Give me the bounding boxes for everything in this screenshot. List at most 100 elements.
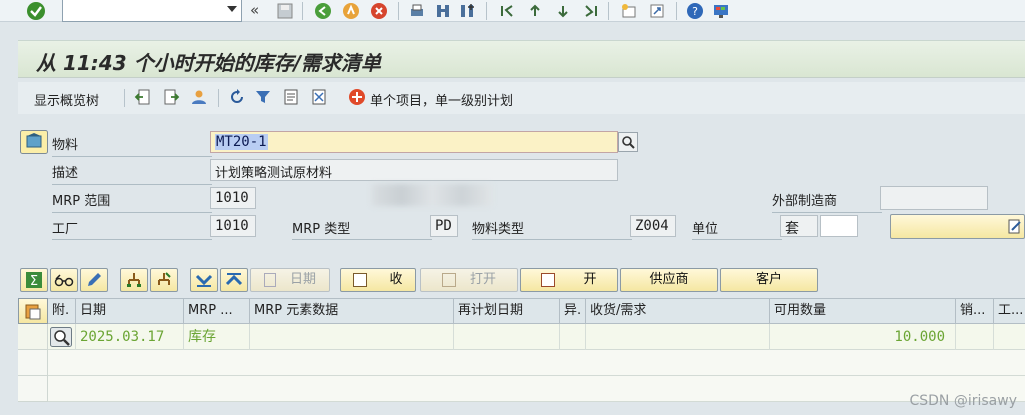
print-list-icon[interactable] <box>310 88 328 106</box>
mrp-type-label: MRP 类型 <box>292 222 351 237</box>
on-button-label: 开 <box>583 272 597 287</box>
unit-label: 单位 <box>692 222 719 237</box>
details-icon[interactable] <box>282 88 300 106</box>
stock-requirements-table: 附. 日期 MRP ... MRP 元素数据 再计划日期 异. 收货/需求 可用… <box>18 298 1025 415</box>
hierarchy-down-icon <box>158 272 171 285</box>
single-item-planning-icon[interactable] <box>348 88 366 106</box>
table-row[interactable] <box>48 376 1025 402</box>
material-type-field: Z004 <box>630 215 676 237</box>
sort-ascending-icon <box>225 273 243 286</box>
cancel-icon[interactable] <box>370 2 388 20</box>
svg-text:Σ: Σ <box>30 274 38 289</box>
mrp-type-field: PD <box>430 215 458 237</box>
collapse-all-button[interactable] <box>150 268 178 292</box>
on-button[interactable]: 开 <box>520 268 618 292</box>
row-selector[interactable] <box>18 350 48 376</box>
pencil-icon <box>88 273 101 286</box>
edit-icon <box>1008 219 1021 234</box>
chevron-down-icon[interactable] <box>227 6 237 12</box>
sum-icon: Σ <box>26 272 42 289</box>
find-next-icon[interactable] <box>458 2 476 20</box>
calendar-icon <box>353 272 368 287</box>
mrp-element-data-cell <box>250 324 454 350</box>
enter-check-icon[interactable] <box>26 1 46 21</box>
back-icon[interactable] <box>314 2 332 20</box>
date-cell: 2025.03.17 <box>76 324 184 350</box>
single-item-planning-button[interactable]: 单个项目，单一级别计划 <box>370 90 513 109</box>
shortcut-icon[interactable] <box>648 2 666 20</box>
open-button[interactable]: 打开 <box>420 268 518 292</box>
available-qty-cell: 10.000 <box>770 324 956 350</box>
select-all-button[interactable] <box>18 298 48 324</box>
date-icon <box>263 272 276 287</box>
last-page-icon[interactable] <box>582 2 600 20</box>
first-page-icon[interactable] <box>498 2 516 20</box>
material-label: 物料 <box>52 138 79 153</box>
reschedule-date-cell <box>454 324 560 350</box>
plant-label: 工厂 <box>52 222 79 237</box>
exception-cell <box>560 324 586 350</box>
exit-icon[interactable] <box>342 2 360 20</box>
sort-down-button[interactable] <box>190 268 218 292</box>
table-row[interactable] <box>48 350 1025 376</box>
unit-field: 套 <box>780 215 818 237</box>
column-header[interactable]: 日期 <box>76 299 184 325</box>
save-icon[interactable] <box>276 2 294 20</box>
row-selector[interactable] <box>18 324 48 350</box>
column-header[interactable]: 附. <box>48 299 76 325</box>
previous-material-icon[interactable] <box>134 88 152 106</box>
previous-page-icon[interactable] <box>526 2 544 20</box>
column-header[interactable]: 异. <box>560 299 586 325</box>
customize-layout-icon[interactable] <box>712 2 730 20</box>
clipboard-icon <box>25 304 41 320</box>
date-button[interactable]: 日期 <box>250 268 330 292</box>
external-manufacturer-field <box>880 186 988 210</box>
row-selector[interactable] <box>18 376 48 402</box>
application-toolbar: 显示概览树 单个项目，单一级别计划 <box>18 82 1025 114</box>
column-header[interactable]: 工... <box>994 299 1025 325</box>
description-label: 描述 <box>52 166 79 181</box>
display-overview-tree-button[interactable]: 显示概览树 <box>34 90 99 109</box>
receipts-button[interactable]: 收 <box>340 268 416 292</box>
column-header[interactable]: MRP ... <box>184 299 250 325</box>
material-input[interactable]: MT20-1 <box>210 131 618 153</box>
sort-up-button[interactable] <box>220 268 248 292</box>
next-material-icon[interactable] <box>162 88 180 106</box>
column-header[interactable]: 可用数量 <box>770 299 956 325</box>
glasses-button[interactable] <box>50 268 78 292</box>
command-field[interactable] <box>62 0 242 22</box>
filter-icon[interactable] <box>254 88 272 106</box>
receipts-button-label: 收 <box>389 272 403 287</box>
mrp-element-cell: 库存 <box>184 324 250 350</box>
customer-button[interactable]: 客户 <box>720 268 818 292</box>
new-session-icon[interactable] <box>620 2 638 20</box>
column-header[interactable]: 销... <box>956 299 994 325</box>
redacted-area <box>372 184 492 206</box>
next-page-icon[interactable] <box>554 2 572 20</box>
refresh-icon[interactable] <box>228 88 246 106</box>
column-header[interactable]: MRP 元素数据 <box>250 299 454 325</box>
find-icon[interactable] <box>434 2 452 20</box>
row-detail-cell[interactable] <box>48 324 76 350</box>
print-icon[interactable] <box>408 2 426 20</box>
header-action-button[interactable] <box>890 214 1025 239</box>
receipt-requirement-cell <box>586 324 770 350</box>
magnifier-detail-icon[interactable] <box>50 327 72 347</box>
expand-all-button[interactable] <box>120 268 148 292</box>
column-header[interactable]: 再计划日期 <box>454 299 560 325</box>
sum-button[interactable]: Σ <box>20 268 48 292</box>
watermark: CSDN @irisawy <box>909 393 1017 409</box>
collapse-arrow-icon[interactable]: « <box>250 1 259 19</box>
column-header[interactable]: 收货/需求 <box>586 299 770 325</box>
pencil-button[interactable] <box>80 268 108 292</box>
table-row[interactable]: 2025.03.17 库存 10.000 <box>48 324 1025 350</box>
description-field: 计划策略测试原材料 <box>210 159 618 181</box>
header-toggle-icon[interactable] <box>20 130 48 154</box>
plant-cell <box>994 324 1025 350</box>
search-help-icon[interactable] <box>618 132 638 152</box>
vendor-button[interactable]: 供应商 <box>620 268 718 292</box>
help-icon[interactable]: ? <box>686 2 704 20</box>
page-title: 从 11:43 个小时开始的库存/需求清单 <box>36 51 381 75</box>
sort-descending-icon <box>195 274 213 287</box>
user-planner-icon[interactable] <box>190 88 208 106</box>
